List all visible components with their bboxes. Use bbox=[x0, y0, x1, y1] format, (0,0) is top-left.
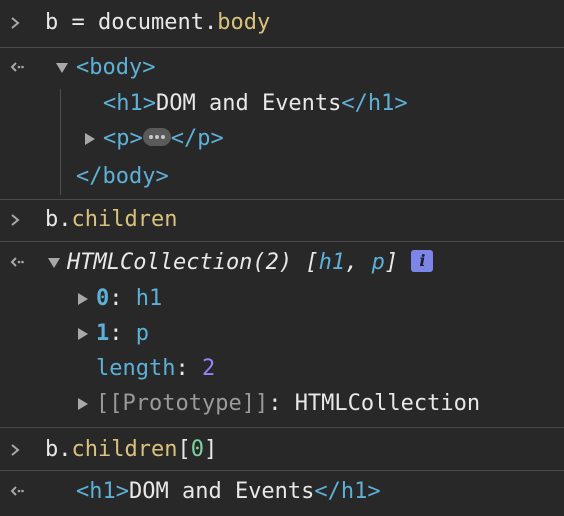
collection-summary[interactable]: HTMLCollection(2) [h1, p] i bbox=[67, 245, 434, 281]
triangle-right-icon[interactable] bbox=[78, 386, 88, 422]
length-value: 2 bbox=[201, 356, 216, 381]
preview-item-p: p bbox=[371, 250, 385, 275]
variable-name: b bbox=[45, 207, 59, 232]
prototype-value: HTMLCollection bbox=[294, 391, 481, 416]
collection-item-0[interactable]: 0: h1 bbox=[0, 281, 564, 317]
assignment-operator: = bbox=[58, 10, 98, 35]
dot: . bbox=[203, 10, 218, 35]
h1-text: DOM and Events bbox=[128, 479, 315, 504]
variable-name: b bbox=[45, 10, 59, 35]
collection-prototype[interactable]: [[Prototype]]: HTMLCollection bbox=[0, 386, 564, 422]
chevron-right-icon bbox=[10, 5, 24, 41]
chevron-right-icon bbox=[10, 202, 24, 238]
separator bbox=[0, 427, 564, 428]
property-name: children bbox=[71, 207, 178, 232]
separator bbox=[0, 470, 564, 471]
return-arrow-icon bbox=[10, 474, 24, 510]
length-key: length bbox=[96, 356, 176, 381]
preview-item-h1: h1 bbox=[318, 250, 346, 275]
preview-bracket-open: [ bbox=[305, 250, 319, 275]
ellipsis-icon[interactable] bbox=[142, 128, 171, 146]
console-result-row: <body> bbox=[0, 50, 564, 86]
dom-tree-node-h1[interactable]: <h1>DOM and Events</h1> bbox=[0, 86, 564, 122]
triangle-down-icon[interactable] bbox=[56, 50, 68, 86]
item-colon: : bbox=[109, 321, 136, 346]
dom-tree-node-body-close: </body> bbox=[0, 159, 564, 195]
triangle-down-icon[interactable] bbox=[48, 245, 60, 281]
h1-close-tag: </h1> bbox=[314, 479, 381, 504]
prototype-key: [[Prototype]] bbox=[96, 391, 269, 416]
chevron-right-icon bbox=[10, 432, 24, 468]
collection-length: length: 2 bbox=[0, 351, 564, 387]
collection-item-1[interactable]: 1: p bbox=[0, 316, 564, 352]
h1-close-tag: </h1> bbox=[341, 91, 408, 116]
preview-bracket-close: ] bbox=[384, 250, 399, 275]
collection-type: HTMLCollection(2) bbox=[67, 250, 293, 275]
p-close-tag: </p> bbox=[170, 126, 224, 151]
separator bbox=[0, 241, 564, 242]
h1-open-tag: <h1> bbox=[103, 91, 156, 116]
item-colon: : bbox=[109, 286, 136, 311]
console-result-row: HTMLCollection(2) [h1, p] i bbox=[0, 245, 564, 281]
p-open-tag: <p> bbox=[103, 126, 143, 151]
return-arrow-icon bbox=[10, 245, 24, 281]
console-input-row: b = document.body bbox=[0, 5, 564, 41]
body-close-tag: </body> bbox=[76, 164, 169, 189]
dot: . bbox=[58, 207, 72, 232]
console-input-row: b.children bbox=[0, 202, 564, 238]
h1-open-tag: <h1> bbox=[76, 479, 129, 504]
triangle-right-icon[interactable] bbox=[78, 316, 88, 352]
length-colon: : bbox=[175, 356, 202, 381]
dom-tree-node-p[interactable]: <p> </p> bbox=[0, 121, 564, 157]
console-result-row[interactable]: <h1>DOM and Events</h1> bbox=[0, 474, 564, 510]
bracket-close: ] bbox=[203, 437, 218, 462]
separator bbox=[0, 199, 564, 200]
index-value: 0 bbox=[190, 437, 204, 462]
separator bbox=[0, 47, 564, 48]
item-value: p bbox=[135, 321, 149, 346]
prototype-colon: : bbox=[268, 391, 295, 416]
body-open-tag[interactable]: <body> bbox=[76, 50, 155, 86]
property-name: children bbox=[71, 437, 178, 462]
property-name: body bbox=[217, 10, 271, 35]
object-name: document bbox=[98, 10, 204, 35]
item-value: h1 bbox=[135, 286, 163, 311]
triangle-right-icon[interactable] bbox=[78, 281, 88, 317]
dot: . bbox=[58, 437, 72, 462]
variable-name: b bbox=[45, 437, 59, 462]
console-input-row: b.children[0] bbox=[0, 432, 564, 468]
info-icon[interactable]: i bbox=[411, 250, 434, 272]
triangle-right-icon[interactable] bbox=[85, 121, 95, 157]
preview-comma: , bbox=[345, 250, 372, 275]
h1-text: DOM and Events bbox=[155, 91, 342, 116]
return-arrow-icon bbox=[10, 50, 24, 86]
bracket-open: [ bbox=[177, 437, 191, 462]
item-index: 1 bbox=[96, 321, 110, 346]
item-index: 0 bbox=[96, 286, 110, 311]
